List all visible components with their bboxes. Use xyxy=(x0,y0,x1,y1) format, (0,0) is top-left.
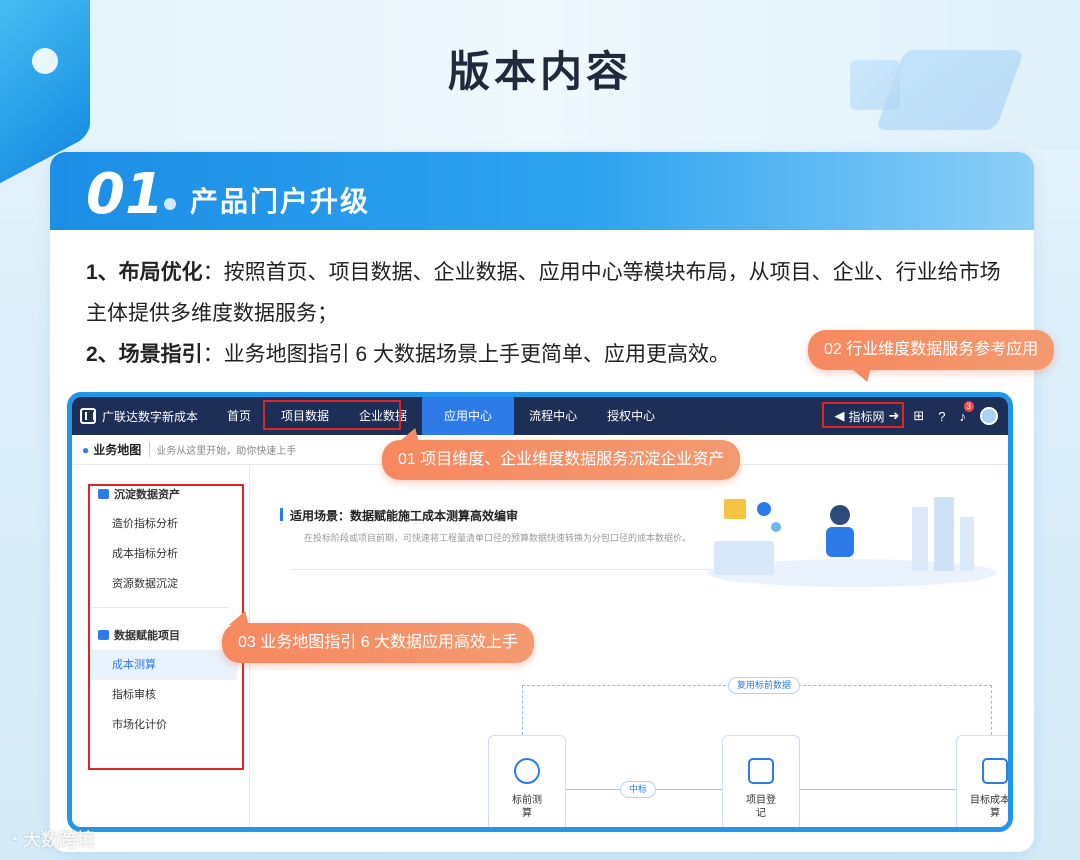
watermark-text: 大数跨境 xyxy=(22,830,95,850)
flow-node-pre-bid[interactable]: 标前测算 xyxy=(488,735,566,827)
watermark: ◔ 大数跨境 xyxy=(8,826,95,852)
section-number: 01 xyxy=(86,162,164,227)
watermark-logo-icon: ◔ xyxy=(8,828,19,849)
nav-home[interactable]: 首页 xyxy=(212,397,266,435)
flow-tag-reuse: 复用标前数据 xyxy=(728,677,801,694)
brand[interactable]: 广联达数字新成本 xyxy=(72,408,212,425)
flow-node-label: 目标成本测算 xyxy=(970,795,1010,819)
highlight-index-network xyxy=(822,402,904,428)
help-icon[interactable]: ? xyxy=(938,409,945,424)
gift-icon[interactable]: ⊞ xyxy=(913,408,924,424)
flow-arrow-2 xyxy=(800,789,956,790)
building-chart-icon xyxy=(982,758,1008,784)
scene-title: 适用场景：数据赋能施工成本测算高效编审 xyxy=(279,508,519,523)
flow-tag-win: 中标 xyxy=(620,781,657,798)
nav-process-center[interactable]: 流程中心 xyxy=(514,397,592,435)
intro-text-2: ：业务地图指引 6 大数据场景上手更简单、应用更高效。 xyxy=(202,343,731,366)
flow-node-register[interactable]: 项目登记 xyxy=(722,735,800,827)
intro-label-2: 2、场景指引 xyxy=(86,343,203,366)
flow-node-label: 标前测算 xyxy=(512,795,542,819)
flow-node-label: 项目登记 xyxy=(746,795,776,819)
card-header: 01 产品门户升级 xyxy=(50,152,1034,230)
scene-illustration xyxy=(707,497,997,587)
register-icon xyxy=(748,758,774,784)
flow-node-target-cost[interactable]: 目标成本测算 xyxy=(956,735,1010,827)
brand-logo-icon xyxy=(80,408,96,424)
section-heading: 产品门户升级 xyxy=(190,186,371,217)
business-map-title: 业务地图 xyxy=(93,443,142,457)
intro-text-1: ：按照首页、项目数据、企业数据、应用中心等模块布局，从项目、企业、行业给市场主体… xyxy=(86,261,1001,325)
callout-02: 02 行业维度数据服务参考应用 xyxy=(808,330,1055,370)
nav-auth-center[interactable]: 授权中心 xyxy=(592,397,670,435)
intro-paragraph-1: 1、布局优化：按照首页、项目数据、企业数据、应用中心等模块布局，从项目、企业、行… xyxy=(86,252,1006,334)
callout-01: 01 项目维度、企业维度数据服务沉淀企业资产 xyxy=(382,440,741,480)
avatar[interactable] xyxy=(980,407,998,425)
yuan-icon xyxy=(514,758,540,784)
brand-name: 广联达数字新成本 xyxy=(102,409,199,424)
map-pin-icon: ● xyxy=(82,442,90,457)
callout-03: 03 业务地图指引 6 大数据应用高效上手 xyxy=(222,623,535,663)
nav-app-center[interactable]: 应用中心 xyxy=(422,397,515,435)
scene-description: 在投标阶段或项目前期，可快速将工程量清单口径的预算数据快速转换为分包口径的成本数… xyxy=(304,533,692,543)
section-dot xyxy=(164,198,176,210)
intro-label-1: 1、布局优化 xyxy=(86,261,203,284)
business-map-subtitle: 业务从这里开始，助你快速上手 xyxy=(149,442,296,457)
page-title: 版本内容 xyxy=(447,48,632,95)
notification-badge: 3 xyxy=(963,400,974,412)
bell-icon[interactable]: ♪ 3 xyxy=(960,400,974,424)
highlight-sidebar xyxy=(88,484,244,770)
highlight-project-enterprise-nav xyxy=(263,400,401,430)
